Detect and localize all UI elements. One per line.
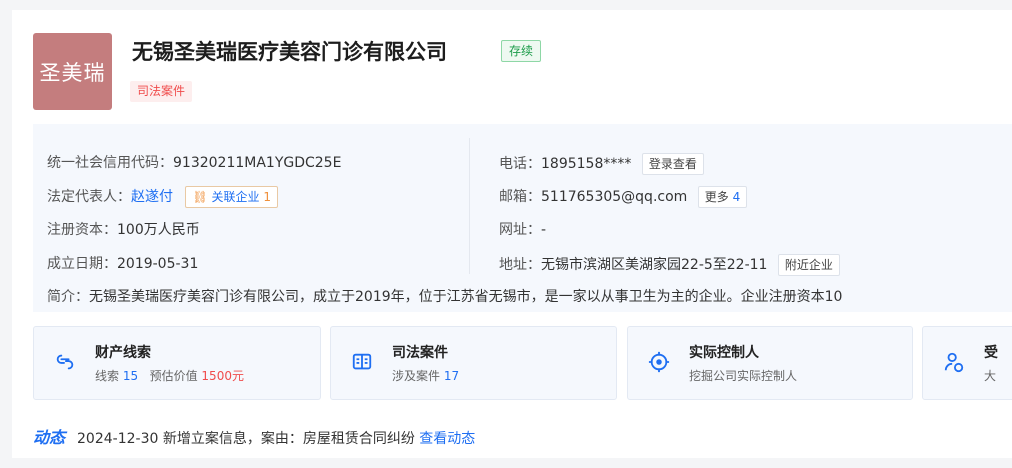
- view-dynamic-link[interactable]: 查看动态: [419, 431, 475, 447]
- related-companies-button[interactable]: ⛓ 关联企业 1: [185, 186, 278, 208]
- legal-rep-link[interactable]: 赵遂付: [131, 189, 173, 205]
- company-card: 圣美瑞 无锡圣美瑞医疗美容门诊有限公司 存续 司法案件 统一社会信用代码：913…: [12, 10, 1012, 458]
- email-more-button[interactable]: 更多 4: [697, 186, 748, 208]
- judicial-case-tag[interactable]: 司法案件: [130, 81, 193, 102]
- phone-row: 电话：1895158**** 登录查看: [499, 153, 704, 175]
- divider: [469, 138, 470, 274]
- info-panel: 统一社会信用代码：91320211MA1YGDC25E 法定代表人：赵遂付 ⛓ …: [33, 124, 1012, 312]
- block-property-clues[interactable]: 财产线索 线索 15 预估价值 1500元: [33, 326, 321, 400]
- user-badge-icon: [944, 352, 964, 373]
- capital-row: 注册资本：100万人民币: [47, 222, 200, 238]
- intro-row: 简介：无锡圣美瑞医疗美容门诊有限公司，成立于2019年，位于江苏省无锡市，是一家…: [47, 289, 843, 305]
- target-icon: [648, 351, 670, 373]
- company-logo: 圣美瑞: [33, 33, 112, 110]
- legal-rep-row: 法定代表人：赵遂付 ⛓ 关联企业 1: [47, 186, 278, 208]
- law-book-icon: [352, 353, 372, 370]
- credit-code-value: 91320211MA1YGDC25E: [173, 155, 342, 171]
- block-judicial-cases[interactable]: 司法案件 涉及案件 17: [330, 326, 617, 400]
- address-row: 地址：无锡市滨湖区美湖家园22-5至22-11 附近企业: [499, 254, 840, 276]
- credit-code-row: 统一社会信用代码：91320211MA1YGDC25E: [47, 155, 342, 171]
- company-name[interactable]: 无锡圣美瑞医疗美容门诊有限公司: [132, 36, 447, 66]
- nearby-companies-button[interactable]: 附近企业: [777, 254, 840, 276]
- dynamic-text: 2024-12-30 新增立案信息，案由：房屋租赁合同纠纷: [77, 431, 415, 447]
- link-chain-icon: [56, 354, 74, 370]
- related-icon: ⛓: [192, 190, 208, 204]
- dynamic-label: 动态: [33, 428, 66, 447]
- email-row: 邮箱：511765305@qq.com 更多 4: [499, 186, 748, 208]
- dynamic-bar: 动态 2024-12-30 新增立案信息，案由：房屋租赁合同纠纷 查看动态: [33, 424, 475, 448]
- block-actual-controller[interactable]: 实际控制人 挖掘公司实际控制人: [627, 326, 913, 400]
- status-badge: 存续: [501, 40, 542, 62]
- block-beneficiary[interactable]: 受 大: [922, 326, 1012, 400]
- website-row: 网址：-: [499, 222, 547, 238]
- founded-row: 成立日期：2019-05-31: [47, 256, 199, 272]
- login-view-button[interactable]: 登录查看: [641, 153, 704, 175]
